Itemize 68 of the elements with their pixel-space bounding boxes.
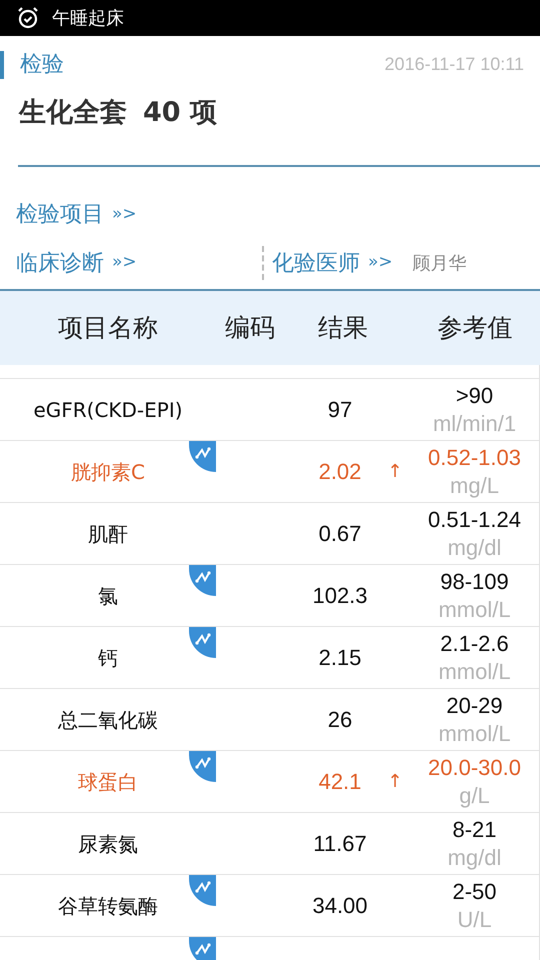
test-name: 谷草转氨酶 [57, 892, 159, 920]
diagnosis-link[interactable]: 临床诊断 »> [0, 246, 262, 280]
section-marker [0, 50, 4, 78]
test-name: 氯 [97, 582, 119, 610]
high-arrow-text: ↑ [386, 770, 404, 794]
unit-text: mmol/L [438, 658, 511, 686]
trend-chart-icon[interactable] [189, 751, 216, 782]
reference-range: 0.51-1.24 [428, 506, 521, 534]
result-value: 11.67 [312, 830, 368, 858]
trend-chart-icon[interactable] [189, 627, 216, 658]
unit-text: mg/dl [448, 844, 502, 872]
section-title: 检验 [20, 51, 64, 79]
column-header: 编码 [224, 312, 276, 344]
reference-range: 98-109 [440, 568, 509, 596]
reference-range: 20.0-30.0 [428, 754, 521, 782]
result-row[interactable]: 胱抑素C 2.02 ↑ 0.52-1.03 mg/L [0, 441, 540, 503]
unit-text: mmol/L [438, 596, 511, 624]
unit-text: mg/dl [448, 534, 502, 562]
doctor-name: 顾月华 [412, 252, 467, 276]
result-row[interactable]: eGFR(CKD-EPI) 97 >90 ml/min/1 [0, 379, 540, 441]
result-value: 97 [326, 396, 354, 424]
result-value: 42.1 [318, 768, 362, 796]
alarm-clock-icon [16, 6, 40, 30]
high-arrow-text: ↑ [386, 460, 404, 484]
date-text: 2016-11-17 10:11 [384, 53, 524, 76]
result-row[interactable]: 肌酐 0.67 0.51-1.24 mg/dl [0, 503, 540, 565]
trend-chart-icon[interactable] [189, 937, 216, 960]
result-value: 2.15 [318, 644, 362, 672]
reference-range: 8-21 [452, 816, 497, 844]
result-value: 34.00 [311, 892, 369, 920]
test-name: 尿素氮 [77, 830, 139, 858]
result-row[interactable]: 球蛋白 42.1 ↑ 20.0-30.0 g/L [0, 751, 540, 813]
trend-chart-icon[interactable] [189, 875, 216, 906]
test-name: eGFR(CKD-EPI) [32, 396, 184, 424]
item-count: 40 项 [143, 96, 217, 130]
reference-range: 20-29 [446, 692, 503, 720]
unit-text: g/L [459, 782, 490, 810]
test-name: 球蛋白 [77, 768, 139, 796]
reference-range: 0.52-1.03 [428, 444, 521, 472]
unit-text: mmol/L [438, 720, 511, 748]
result-row[interactable]: 氯 102.3 98-109 mmol/L [0, 565, 540, 627]
doctor-link[interactable]: 化验医师 »> [264, 246, 393, 280]
test-items-link[interactable]: 检验项目 »> [16, 198, 137, 231]
trend-chart-icon[interactable] [189, 565, 216, 596]
result-row[interactable]: 尿素氮 11.67 8-21 mg/dl [0, 813, 540, 875]
test-name: 肌酐 [87, 520, 129, 548]
result-value: 0.67 [318, 520, 362, 548]
column-header: 参考值 [436, 312, 514, 344]
notification-text: 午睡起床 [52, 6, 124, 30]
unit-text: ml/min/1 [432, 410, 516, 438]
test-name: 钙 [97, 644, 119, 672]
reference-range: 2.1-2.6 [440, 630, 509, 658]
column-header: 项目名称 [57, 312, 159, 344]
test-name: 总二氧化碳 [57, 706, 159, 734]
column-header: 结果 [317, 312, 369, 344]
result-row[interactable]: 钙 2.15 2.1-2.6 mmol/L [0, 627, 540, 689]
result-value: 2.02 [318, 458, 362, 486]
trend-chart-icon[interactable] [189, 441, 216, 472]
test-name: 胱抑素C [70, 458, 146, 486]
result-value: 102.3 [311, 582, 369, 610]
panel-title: 生化全套 [19, 96, 127, 130]
unit-text: U/L [457, 906, 492, 934]
unit-text: mg/L [450, 472, 499, 500]
reference-range: 2-50 [452, 878, 497, 906]
result-row[interactable]: 总二氧化碳 26 20-29 mmol/L [0, 689, 540, 751]
result-value: 26 [326, 706, 354, 734]
reference-range: >90 [456, 382, 494, 410]
result-row[interactable]: 谷草转氨酶 34.00 2-50 U/L [0, 875, 540, 937]
